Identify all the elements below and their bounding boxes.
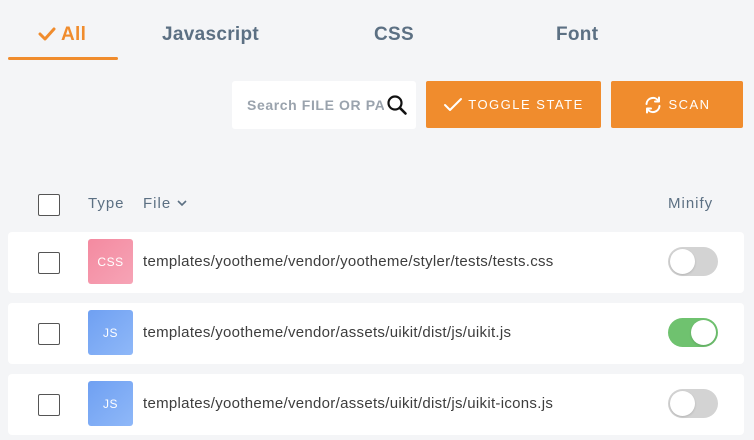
row-checkbox[interactable] [38, 252, 60, 274]
minify-toggle[interactable] [668, 389, 718, 418]
select-all-checkbox[interactable] [38, 194, 60, 216]
toggle-state-button[interactable]: TOGGLE STATE [426, 81, 601, 128]
check-icon [38, 27, 56, 41]
search-box [232, 81, 416, 129]
js-file-badge: JS [88, 310, 133, 355]
table-header: Type File Minify [0, 185, 754, 225]
tab-all[interactable]: All [38, 24, 86, 54]
type-column-header: Type [88, 195, 125, 212]
tab-css[interactable]: CSS [374, 24, 414, 54]
app-root: All Javascript CSS Font TOGGLE STATE [0, 0, 754, 440]
toggle-knob [691, 320, 716, 345]
toggle-knob [670, 391, 695, 416]
css-file-badge: CSS [88, 239, 133, 284]
tab-css-label: CSS [374, 24, 414, 45]
file-column-label: File [143, 195, 172, 212]
minify-column-header: Minify [668, 195, 714, 212]
active-tab-indicator [8, 57, 118, 60]
scan-button[interactable]: SCAN [611, 81, 743, 128]
row-checkbox[interactable] [38, 394, 60, 416]
chevron-down-icon [177, 200, 187, 207]
file-path: templates/yootheme/vendor/assets/uikit/d… [143, 395, 554, 412]
toggle-knob [670, 249, 695, 274]
tab-all-label: All [61, 24, 87, 45]
file-column-header[interactable]: File [143, 195, 187, 212]
file-path: templates/yootheme/vendor/assets/uikit/d… [143, 324, 512, 341]
table-row: JS templates/yootheme/vendor/assets/uiki… [8, 374, 744, 435]
minify-toggle[interactable] [668, 318, 718, 347]
filter-tabs: All Javascript CSS Font [8, 14, 754, 62]
table-row: CSS templates/yootheme/vendor/yootheme/s… [8, 232, 744, 293]
search-icon[interactable] [386, 94, 408, 116]
tab-javascript[interactable]: Javascript [162, 24, 259, 54]
tab-font[interactable]: Font [556, 24, 598, 54]
table-row: JS templates/yootheme/vendor/assets/uiki… [8, 303, 744, 364]
tab-font-label: Font [556, 24, 599, 45]
search-input[interactable] [232, 81, 384, 129]
toggle-state-label: TOGGLE STATE [468, 97, 584, 112]
check-icon [444, 97, 463, 111]
scan-label: SCAN [668, 97, 711, 112]
js-file-badge: JS [88, 381, 133, 426]
file-path: templates/yootheme/vendor/yootheme/style… [143, 253, 554, 270]
tab-javascript-label: Javascript [162, 24, 260, 45]
refresh-icon [645, 96, 661, 113]
row-checkbox[interactable] [38, 323, 60, 345]
minify-toggle[interactable] [668, 247, 718, 276]
